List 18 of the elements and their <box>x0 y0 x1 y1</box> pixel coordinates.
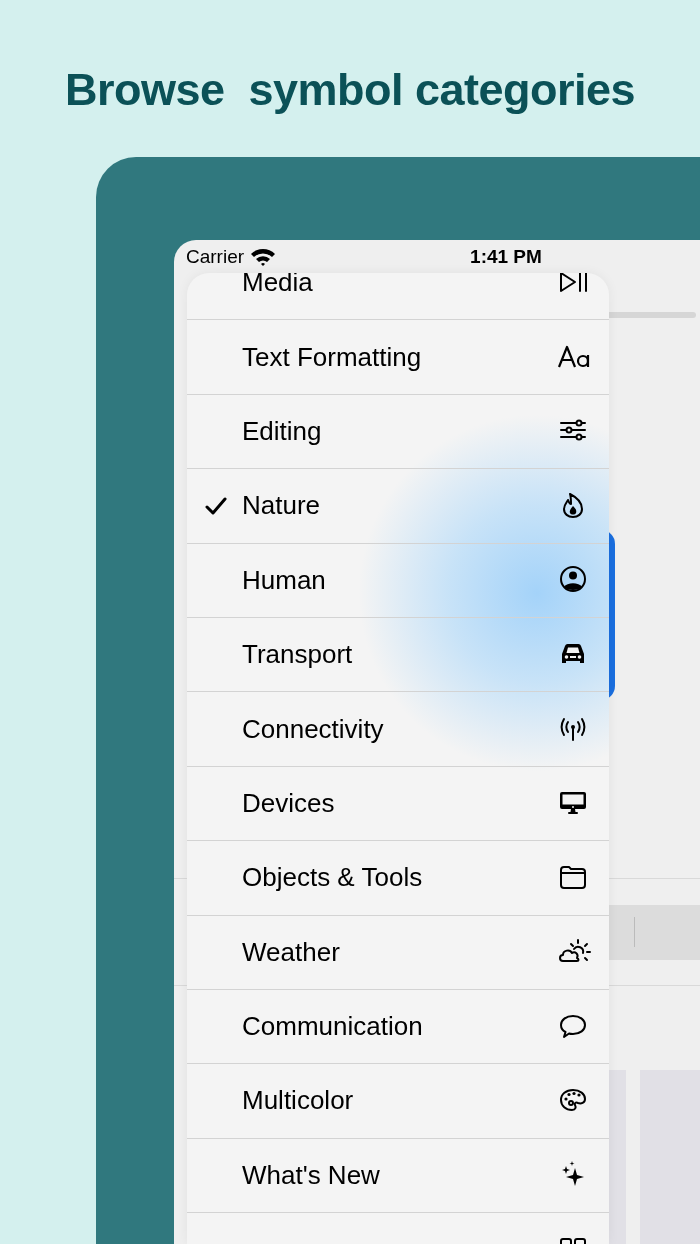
menu-item[interactable]: Multicolor <box>187 1064 609 1139</box>
menu-item[interactable]: Weather <box>187 915 609 990</box>
menu-item[interactable]: Human <box>187 543 609 618</box>
headline: Browse symbol categories <box>63 64 637 116</box>
menu-item[interactable]: Connectivity <box>187 692 609 767</box>
menu-item[interactable]: Objects & Tools <box>187 841 609 916</box>
menu-item[interactable]: Devices <box>187 766 609 842</box>
menu-item[interactable]: Communication <box>187 989 609 1065</box>
menu-item[interactable]: Text Formatting <box>187 320 609 395</box>
carrier-label: Carrier <box>186 246 245 268</box>
checkmark-icon <box>205 495 227 516</box>
menu-item[interactable]: Media <box>187 273 609 321</box>
menu-item[interactable]: What's New <box>187 1138 609 1214</box>
menu-item[interactable]: Nature <box>187 469 609 544</box>
status-time: 1:41 PM <box>470 246 542 268</box>
menu-item[interactable]: Editing <box>187 394 609 470</box>
menu-item[interactable]: Transport <box>187 617 609 693</box>
wifi-icon <box>250 248 277 266</box>
